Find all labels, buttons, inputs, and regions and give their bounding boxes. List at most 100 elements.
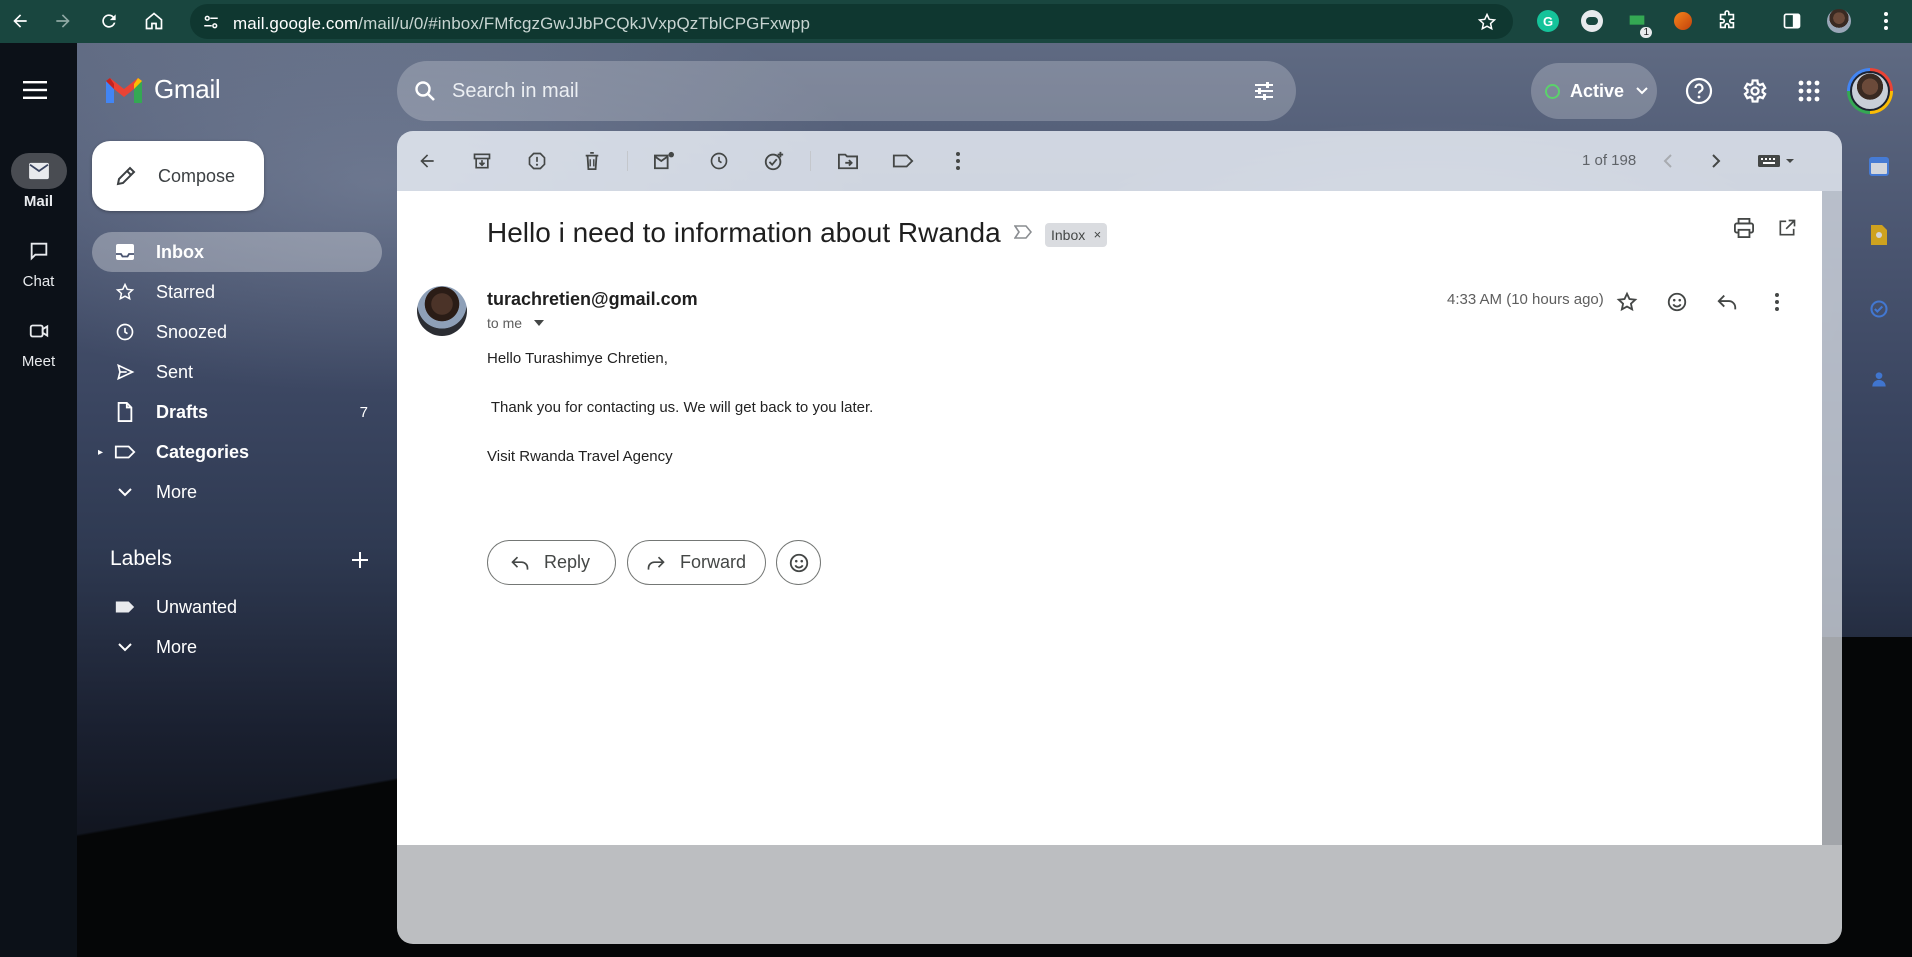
search-bar[interactable]: Search in mail: [397, 61, 1296, 121]
side-panel-icon[interactable]: [1779, 8, 1805, 34]
sidebar-item-drafts[interactable]: Drafts 7: [92, 392, 382, 432]
importance-marker-icon[interactable]: [1014, 225, 1032, 239]
keep-app-icon[interactable]: [1866, 222, 1892, 248]
metamask-extension-icon[interactable]: [1670, 8, 1696, 34]
back-icon[interactable]: [5, 6, 35, 36]
sidebar-item-sent[interactable]: Sent: [92, 352, 382, 392]
sidebar-item-labels-more[interactable]: More: [92, 627, 382, 667]
emoji-smile-icon: [788, 552, 810, 574]
grammarly-extension-icon[interactable]: G: [1535, 8, 1561, 34]
sender-address[interactable]: turachretien@gmail.com: [487, 289, 698, 310]
message-more-icon[interactable]: [1760, 285, 1794, 319]
report-spam-icon[interactable]: [520, 144, 554, 178]
sidebar-item-unwanted[interactable]: Unwanted: [92, 587, 382, 627]
apps-grid-icon[interactable]: [1791, 73, 1827, 109]
input-tools-keyboard-icon[interactable]: [1752, 144, 1802, 178]
forward-button[interactable]: Forward: [627, 540, 766, 585]
reply-button[interactable]: Reply: [487, 540, 616, 585]
url-path: /mail/u/0/#inbox/FMfcgzGwJJbPCQkJVxpQzTb…: [358, 14, 811, 33]
message-toolbar: 1 of 198: [397, 131, 1842, 191]
message-body-line: Visit Rwanda Travel Agency: [487, 448, 673, 465]
mark-unread-icon[interactable]: [647, 144, 681, 178]
print-icon[interactable]: [1733, 218, 1755, 238]
expand-caret-icon[interactable]: ▸: [98, 447, 103, 458]
newer-chevron-left-icon[interactable]: [1651, 144, 1685, 178]
gmail-wordmark: Gmail: [154, 74, 221, 104]
help-icon[interactable]: [1681, 73, 1717, 109]
rail-item-mail[interactable]: Mail: [0, 153, 77, 210]
contacts-app-icon[interactable]: [1866, 366, 1892, 392]
snooze-clock-icon[interactable]: [702, 144, 736, 178]
calendar-app-icon[interactable]: [1866, 153, 1892, 179]
sender-avatar[interactable]: [417, 286, 467, 336]
chevron-down-icon: [114, 481, 136, 503]
sidebar-item-starred[interactable]: Starred: [92, 272, 382, 312]
forward-label: Forward: [680, 552, 747, 572]
star-message-icon[interactable]: [1610, 285, 1644, 319]
forward-icon[interactable]: [48, 6, 78, 36]
forward-arrow-icon: [646, 555, 666, 571]
extensions-puzzle-icon[interactable]: [1714, 8, 1740, 34]
add-to-tasks-icon[interactable]: [757, 144, 791, 178]
reply-icon[interactable]: [1710, 285, 1744, 319]
chevron-down-icon: [1636, 87, 1648, 95]
search-options-icon[interactable]: [1252, 79, 1276, 103]
toolbar-divider: [810, 151, 811, 171]
profile-avatar-icon[interactable]: [1826, 8, 1852, 34]
search-icon[interactable]: [413, 79, 437, 103]
pagination-label: 1 of 198: [1582, 152, 1637, 169]
browser-menu-icon[interactable]: [1873, 8, 1899, 34]
status-selector[interactable]: Active: [1531, 63, 1657, 119]
browser-toolbar: mail.google.com/mail/u/0/#inbox/FMfcgzGw…: [0, 0, 1912, 43]
sidebar-item-label: Categories: [156, 441, 250, 462]
compose-button[interactable]: Compose: [92, 141, 264, 211]
delete-trash-icon[interactable]: [575, 144, 609, 178]
search-input[interactable]: Search in mail: [452, 80, 579, 103]
settings-gear-icon[interactable]: [1736, 73, 1772, 109]
sidebar-item-label: More: [156, 636, 198, 657]
sidebar-item-label: Inbox: [156, 241, 204, 262]
ai-assistant-extension-icon[interactable]: [1579, 8, 1605, 34]
recipient-label: to me: [487, 315, 523, 331]
sidebar-item-snoozed[interactable]: Snoozed: [92, 312, 382, 352]
archive-icon[interactable]: [465, 144, 499, 178]
account-avatar[interactable]: [1847, 68, 1893, 114]
home-icon[interactable]: [139, 6, 169, 36]
sidebar-item-inbox[interactable]: Inbox: [92, 232, 382, 272]
inbox-label-chip: Inbox ×: [1045, 223, 1108, 247]
chat-icon: [11, 233, 67, 269]
meet-icon: [11, 313, 67, 349]
site-info-icon[interactable]: [202, 13, 220, 31]
remove-label-icon[interactable]: ×: [1094, 227, 1102, 242]
rail-item-meet[interactable]: Meet: [0, 313, 77, 370]
message-subject: Hello i need to information about Rwanda: [487, 217, 1001, 248]
add-label-icon[interactable]: [348, 548, 372, 572]
add-reaction-icon[interactable]: [1660, 285, 1694, 319]
label-as-icon[interactable]: [886, 144, 920, 178]
open-new-window-icon[interactable]: [1777, 218, 1797, 238]
more-actions-icon[interactable]: [941, 144, 975, 178]
show-details-dropdown-icon[interactable]: [534, 320, 545, 326]
shield-extension-icon[interactable]: 1: [1624, 8, 1652, 38]
label-icon: [114, 441, 136, 463]
sidebar-item-label: Unwanted: [156, 596, 238, 617]
avatar-photo: [1850, 71, 1890, 111]
status-dot-icon: [1545, 83, 1560, 99]
label-icon: [114, 596, 136, 618]
message-panel: 1 of 198 Hello i need to information abo…: [397, 131, 1842, 944]
back-to-inbox-icon[interactable]: [410, 144, 444, 178]
main-menu-icon[interactable]: [18, 73, 52, 107]
gmail-logo[interactable]: Gmail: [104, 74, 221, 105]
sidebar-item-more[interactable]: More: [92, 472, 382, 512]
move-to-folder-icon[interactable]: [831, 144, 865, 178]
emoji-reaction-button[interactable]: [776, 540, 821, 585]
tasks-app-icon[interactable]: [1866, 296, 1892, 322]
older-chevron-right-icon[interactable]: [1699, 144, 1733, 178]
message-body-line: Hello Turashimye Chretien,: [487, 350, 668, 367]
address-bar[interactable]: mail.google.com/mail/u/0/#inbox/FMfcgzGw…: [190, 4, 1513, 39]
rail-item-chat[interactable]: Chat: [0, 233, 77, 290]
bookmark-star-icon[interactable]: [1477, 12, 1497, 32]
compose-label: Compose: [158, 165, 236, 186]
sidebar-item-categories[interactable]: ▸ Categories: [92, 432, 382, 472]
reload-icon[interactable]: [94, 6, 124, 36]
